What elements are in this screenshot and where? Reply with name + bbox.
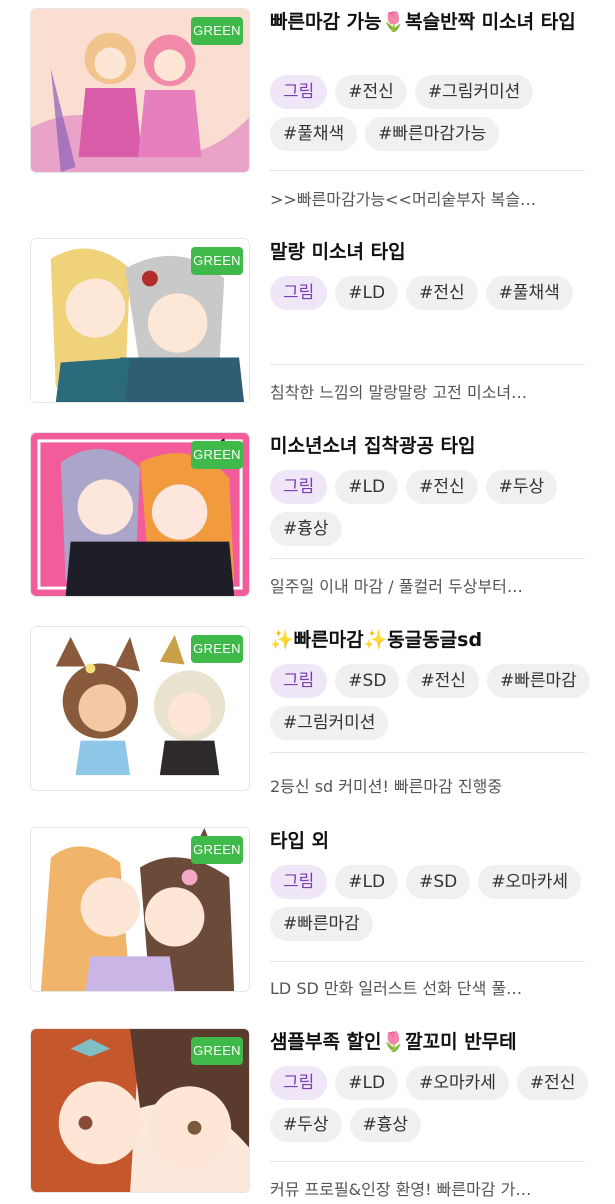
tag-list: 그림 #LD #오마카세 #전신 #두상 #흉상 xyxy=(270,1066,600,1142)
tag-list: 그림 #전신 #그림커미션 #풀채색 #빠른마감가능 xyxy=(270,75,600,151)
listing-description: LD SD 만화 일러스트 선화 단색 풀… xyxy=(270,979,523,998)
tag[interactable]: #전신 xyxy=(406,276,478,310)
divider xyxy=(270,364,585,365)
listing-card[interactable]: GREEN ✨빠른마감✨동글동글sd 그림 #SD #전신 #빠른마감 #그림커… xyxy=(0,626,615,801)
divider xyxy=(270,752,585,753)
listing-title[interactable]: 샘플부족 할인🌷깔꼬미 반무테 xyxy=(270,1028,590,1056)
tag[interactable]: #LD xyxy=(335,865,399,899)
tag-list: 그림 #LD #전신 #두상 #흉상 xyxy=(270,470,600,546)
green-badge: GREEN xyxy=(191,441,243,469)
listing-card[interactable]: GREEN 빠른마감 가능🌷복슬반짝 미소녀 타입 그림 #전신 #그림커미션 … xyxy=(0,8,615,209)
tag[interactable]: #오마카세 xyxy=(478,865,582,899)
category-tag[interactable]: 그림 xyxy=(270,1066,328,1100)
divider xyxy=(270,1161,585,1162)
tag[interactable]: #전신 xyxy=(406,470,478,504)
tag[interactable]: #빠른마감 xyxy=(270,907,373,941)
listing-description: 침착한 느낌의 말랑말랑 고전 미소녀… xyxy=(270,383,528,402)
tag[interactable]: #빠른마감 xyxy=(486,664,590,698)
tag[interactable]: #전신 xyxy=(516,1066,589,1100)
listing-description: >>빠른마감가능<<머리숱부자 복슬… xyxy=(270,190,537,209)
category-tag[interactable]: 그림 xyxy=(270,865,328,899)
listing-card[interactable]: GREEN 타입 외 그림 #LD #SD #오마카세 #빠른마감 LD SD … xyxy=(0,827,615,1002)
tag[interactable]: #그림커미션 xyxy=(414,75,534,109)
category-tag[interactable]: 그림 xyxy=(270,75,328,109)
tag[interactable]: #SD xyxy=(335,664,400,698)
green-badge: GREEN xyxy=(191,635,243,663)
listing-list: GREEN 빠른마감 가능🌷복슬반짝 미소녀 타입 그림 #전신 #그림커미션 … xyxy=(0,0,615,1200)
tag[interactable]: #SD xyxy=(406,865,471,899)
category-tag[interactable]: 그림 xyxy=(270,276,328,310)
tag[interactable]: #그림커미션 xyxy=(270,706,389,740)
listing-title[interactable]: ✨빠른마감✨동글동글sd xyxy=(270,626,590,654)
category-tag[interactable]: 그림 xyxy=(270,664,328,698)
divider xyxy=(270,558,585,559)
tag-list: 그림 #LD #전신 #풀채색 xyxy=(270,276,600,310)
tag-list: 그림 #SD #전신 #빠른마감 #그림커미션 xyxy=(270,664,600,740)
tag[interactable]: #빠른마감가능 xyxy=(365,117,500,151)
listing-thumbnail[interactable]: GREEN xyxy=(30,8,250,173)
tag[interactable]: #두상 xyxy=(270,1108,342,1142)
listing-card[interactable]: GREEN 샘플부족 할인🌷깔꼬미 반무테 그림 #LD #오마카세 #전신 #… xyxy=(0,1028,615,1200)
listing-description: 2등신 sd 커미션! 빠른마감 진행중 xyxy=(270,777,503,796)
listing-title[interactable]: 타입 외 xyxy=(270,827,590,855)
listing-thumbnail[interactable]: GREEN xyxy=(30,1028,250,1193)
listing-description: 일주일 이내 마감 / 풀컬러 두상부터… xyxy=(270,577,523,596)
divider xyxy=(270,170,585,171)
tag[interactable]: #두상 xyxy=(485,470,558,504)
listing-title[interactable]: 말랑 미소녀 타입 xyxy=(270,238,590,266)
green-badge: GREEN xyxy=(191,836,243,864)
tag[interactable]: #흉상 xyxy=(270,512,342,546)
tag-list: 그림 #LD #SD #오마카세 #빠른마감 xyxy=(270,865,600,941)
listing-title[interactable]: 미소년소녀 집착광공 타입 xyxy=(270,432,590,460)
category-tag[interactable]: 그림 xyxy=(270,470,328,504)
divider xyxy=(270,961,585,962)
tag[interactable]: #LD xyxy=(335,1066,399,1100)
listing-thumbnail[interactable]: GREEN xyxy=(30,238,250,403)
tag[interactable]: #오마카세 xyxy=(406,1066,509,1100)
tag[interactable]: #전신 xyxy=(335,75,407,109)
tag[interactable]: #LD xyxy=(335,470,399,504)
green-badge: GREEN xyxy=(191,17,243,45)
listing-card[interactable]: GREEN 말랑 미소녀 타입 그림 #LD #전신 #풀채색 침착한 느낌의 … xyxy=(0,238,615,408)
tag[interactable]: #LD xyxy=(335,276,399,310)
green-badge: GREEN xyxy=(191,1037,243,1065)
listing-thumbnail[interactable]: GREEN xyxy=(30,626,250,791)
listing-thumbnail[interactable]: GREEN xyxy=(30,827,250,992)
listing-thumbnail[interactable]: GREEN xyxy=(30,432,250,597)
listing-card[interactable]: GREEN 미소년소녀 집착광공 타입 그림 #LD #전신 #두상 #흉상 일… xyxy=(0,432,615,602)
green-badge: GREEN xyxy=(191,247,243,275)
listing-title[interactable]: 빠른마감 가능🌷복슬반짝 미소녀 타입 xyxy=(270,8,590,36)
tag[interactable]: #전신 xyxy=(407,664,479,698)
tag[interactable]: #흉상 xyxy=(349,1108,422,1142)
tag[interactable]: #풀채색 xyxy=(485,276,573,310)
tag[interactable]: #풀채색 xyxy=(270,117,358,151)
